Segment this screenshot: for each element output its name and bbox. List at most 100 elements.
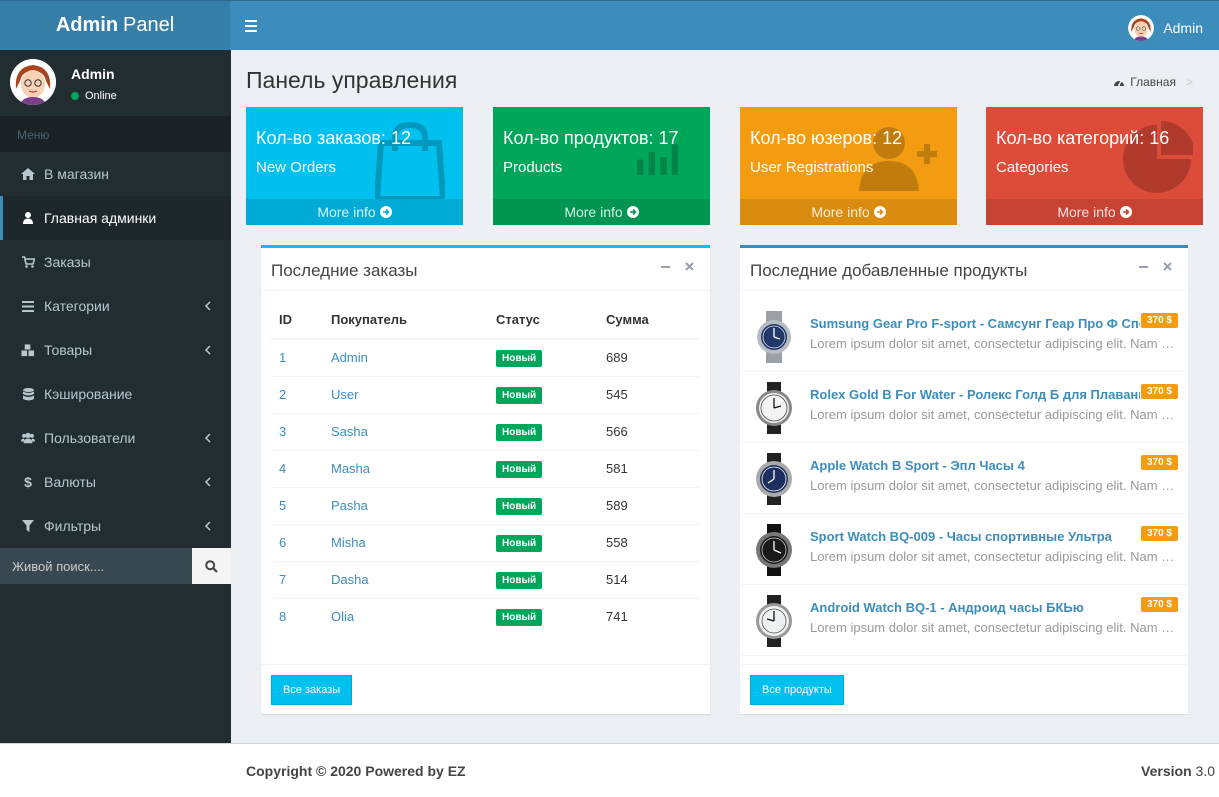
order-customer-link[interactable]: Misha [323,523,488,561]
column-header-customer: Покупатель [323,301,488,340]
status-badge: Новый [496,349,543,367]
close-icon[interactable] [1163,262,1172,271]
collapse-icon[interactable] [1139,265,1148,268]
cubes-icon [21,343,35,357]
order-customer-link[interactable]: Dasha [323,560,488,598]
users-icon [21,432,35,444]
list-item: Rolex Gold B For Water - Ролекс Голд Б д… [740,372,1188,443]
order-id-link[interactable]: 4 [271,449,323,487]
chevron-left-icon [204,301,211,311]
more-info-link[interactable]: More info [493,199,710,225]
table-row: 3 Sasha Новый 566 [271,412,699,450]
sidebar-item-filters[interactable]: Фильтры [0,504,231,548]
user-menu[interactable]: Admin [1128,15,1203,41]
product-image[interactable] [748,524,800,576]
sidebar-search: Живой поиск.... [0,548,231,584]
sidebar-item-categories[interactable]: Категории [0,284,231,328]
product-image[interactable] [748,311,800,363]
more-info-link[interactable]: More info [986,199,1203,225]
product-image[interactable] [748,595,800,647]
stat-title: Кол-во категорий: 16 [996,128,1170,148]
sidebar-user-name: Admin [71,66,115,82]
order-customer-link[interactable]: Admin [323,338,488,376]
list-item: Sport Watch BQ-009 - Часы спортивные Уль… [740,514,1188,585]
list-item: Android Watch BQ-1 - Андроид часы БКЬю L… [740,585,1188,656]
chevron-left-icon [204,521,211,531]
product-name-link[interactable]: Apple Watch B Sport - Эпл Часы 4 [810,458,1025,473]
order-id-link[interactable]: 7 [271,560,323,598]
more-info-label: More info [317,204,376,220]
order-customer-link[interactable]: Pasha [323,486,488,524]
sidebar-item-admin-home[interactable]: Главная админки [0,196,231,240]
user-status[interactable]: Online [71,90,117,102]
user-panel: Admin Online [0,50,231,116]
product-description: Lorem ipsum dolor sit amet, consectetur … [810,620,1178,635]
price-badge: 370 $ [1140,597,1178,612]
table-row: 4 Masha Новый 581 [271,449,699,487]
order-customer-link[interactable]: User [323,375,488,413]
version-number: 3.0 [1195,763,1215,779]
more-info-link[interactable]: More info [740,199,957,225]
more-info-link[interactable]: More info [246,199,463,225]
product-image[interactable] [748,453,800,505]
list-item: Apple Watch B Sport - Эпл Часы 4 Lorem i… [740,443,1188,514]
breadcrumb-home[interactable]: Главная [1130,75,1176,89]
home-icon [21,168,35,180]
order-customer-link[interactable]: Olia [323,597,488,635]
arrow-circle-right-icon [379,206,392,218]
product-name-link[interactable]: Sumsung Gear Pro F-sport - Самсунг Геар … [810,316,1140,331]
avatar [10,59,56,105]
order-customer-link[interactable]: Masha [323,449,488,487]
cart-icon [21,256,35,268]
brand-logo[interactable]: Admin Panel [0,0,230,50]
sidebar-item-users[interactable]: Пользователи [0,416,231,460]
table-row: 8 Olia Новый 741 [271,597,699,635]
more-info-label: More info [1057,204,1116,220]
product-name-link[interactable]: Sport Watch BQ-009 - Часы спортивные Уль… [810,529,1112,544]
order-id-link[interactable]: 1 [271,338,323,376]
search-input[interactable]: Живой поиск.... [0,548,192,584]
product-image[interactable] [748,382,800,434]
product-name-link[interactable]: Rolex Gold B For Water - Ролекс Голд Б д… [810,387,1140,402]
more-info-label: More info [564,204,623,220]
box-title: Последние добавленные продукты [750,261,1028,280]
sidebar-item-currencies[interactable]: $ Валюты [0,460,231,504]
all-orders-button[interactable]: Все заказы [271,675,353,705]
user-status-label: Online [85,90,117,102]
filter-icon [21,520,35,532]
sidebar-item-label: Валюты [44,474,96,490]
sidebar-toggle-icon[interactable] [242,14,262,36]
sidebar-item-shop[interactable]: В магазин [0,152,231,196]
table-row: 7 Dasha Новый 514 [271,560,699,598]
order-id-link[interactable]: 2 [271,375,323,413]
sidebar-item-orders[interactable]: Заказы [0,240,231,284]
order-id-link[interactable]: 3 [271,412,323,450]
order-sum: 514 [598,560,699,598]
close-icon[interactable] [685,262,694,271]
order-customer-link[interactable]: Sasha [323,412,488,450]
price-badge: 370 $ [1140,455,1178,470]
order-id-link[interactable]: 6 [271,523,323,561]
box-header-divider [740,290,1188,291]
box-tools [661,262,694,271]
order-id-link[interactable]: 5 [271,486,323,524]
search-button[interactable] [192,548,231,584]
box-footer-divider [261,664,710,665]
stat-title: Кол-во юзеров: 12 [750,128,903,148]
orders-table: ID Покупатель Статус Сумма 1 Admin Новый 6 8… [271,301,699,635]
table-header-row: ID Покупатель Статус Сумма [271,301,699,340]
sidebar-item-caching[interactable]: Кэширование [0,372,231,416]
order-sum: 581 [598,449,699,487]
order-id-link[interactable]: 8 [271,597,323,635]
sidebar-item-label: Товары [44,342,93,358]
all-products-button[interactable]: Все продукты [750,675,844,705]
collapse-icon[interactable] [661,265,670,268]
sidebar-item-products[interactable]: Товары [0,328,231,372]
table-row: 1 Admin Новый 689 [271,338,699,376]
product-name-link[interactable]: Android Watch BQ-1 - Андроид часы БКЬю [810,600,1084,615]
stat-box-products: Кол-во продуктов: 17 Products More info [493,107,710,225]
stat-box-users: Кол-во юзеров: 12 User Registrations Mor… [740,107,957,225]
breadcrumb: Главная > [1113,75,1193,89]
box-header-divider [261,290,710,291]
chevron-left-icon [204,477,211,487]
